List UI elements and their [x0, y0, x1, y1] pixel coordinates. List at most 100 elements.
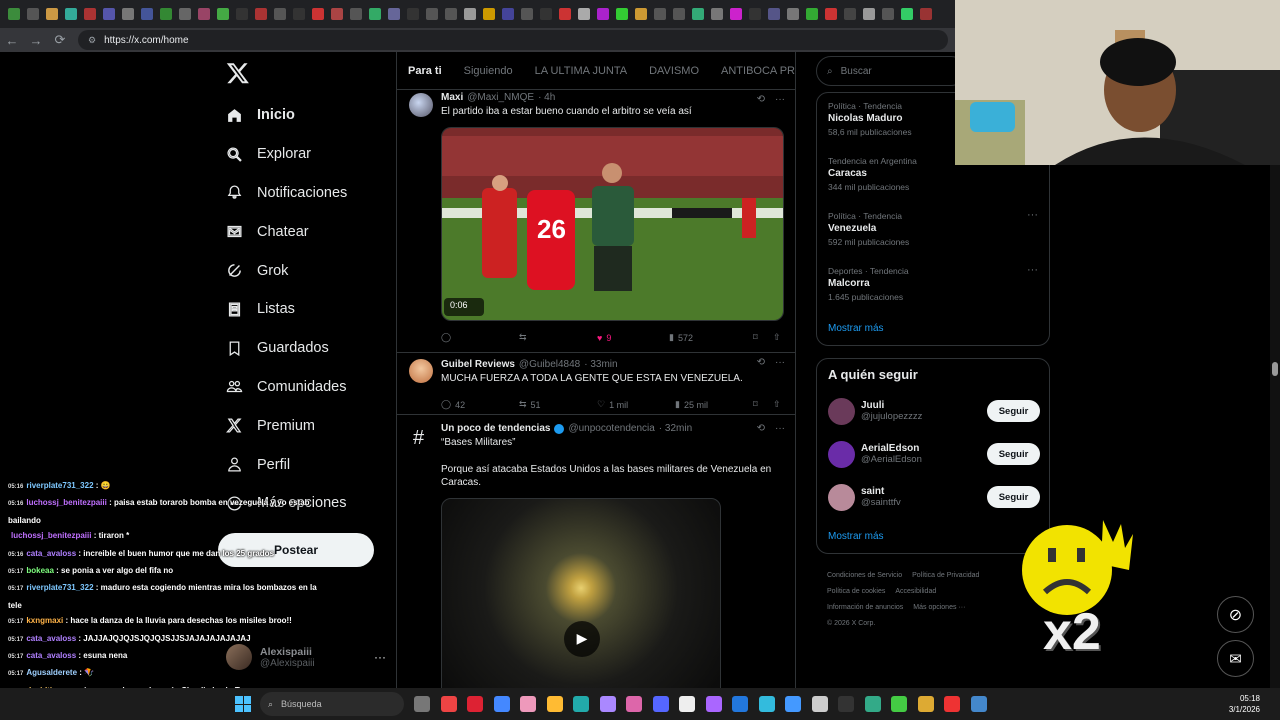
post-tendencias[interactable]: # Un poco de tendencias @unpocotendencia…	[397, 415, 795, 688]
browser-tab[interactable]	[669, 3, 688, 25]
browser-tab[interactable]	[897, 3, 916, 25]
taskbar-app-icon[interactable]	[705, 696, 722, 712]
reload-icon[interactable]: ⟳	[48, 28, 72, 52]
author-name[interactable]: Guibel Reviews	[441, 359, 515, 370]
video-player[interactable]: 26 0:06	[441, 126, 784, 321]
scrollbar-thumb[interactable]	[1272, 362, 1278, 376]
browser-tab[interactable]	[688, 3, 707, 25]
browser-tab[interactable]	[593, 3, 612, 25]
tab-feed[interactable]: Siguiendo	[453, 52, 524, 89]
browser-tab[interactable]	[403, 3, 422, 25]
browser-tab[interactable]	[498, 3, 517, 25]
nav-item-listas[interactable]: Listas	[226, 290, 347, 329]
nav-item-grok[interactable]: Grok	[226, 251, 347, 290]
browser-tab[interactable]	[726, 3, 745, 25]
browser-tab[interactable]	[460, 3, 479, 25]
browser-tab[interactable]	[574, 3, 593, 25]
show-more-follow[interactable]: Mostrar más	[828, 531, 884, 542]
nav-item-notificaciones[interactable]: Notificaciones	[226, 174, 347, 213]
more-icon[interactable]: ···	[775, 94, 785, 105]
footer-link[interactable]: Condiciones de Servicio	[827, 572, 902, 579]
taskbar-app-icon[interactable]	[732, 696, 748, 712]
back-icon[interactable]: ←	[0, 28, 24, 52]
browser-tab[interactable]	[707, 3, 726, 25]
more-icon[interactable]: ···	[374, 650, 386, 664]
taskbar-app-icon[interactable]	[493, 696, 510, 712]
author-name[interactable]: Maxi	[441, 92, 463, 103]
nav-item-comunidades[interactable]: Comunidades	[226, 368, 347, 407]
video-player[interactable]: ▶	[441, 497, 721, 688]
footer-link[interactable]: Política de Privacidad	[912, 572, 979, 579]
browser-tab[interactable]	[555, 3, 574, 25]
taskbar-app-icon[interactable]	[917, 696, 934, 712]
taskbar-app-icon[interactable]	[652, 696, 669, 712]
browser-tab[interactable]	[270, 3, 289, 25]
browser-tab[interactable]	[175, 3, 194, 25]
trend-item[interactable]: Deportes · Tendencia Malcorra 1.645 public…	[828, 264, 1038, 302]
browser-tab[interactable]	[213, 3, 232, 25]
taskbar-app-icon[interactable]	[758, 696, 775, 712]
footer-link[interactable]: © 2026 X Corp.	[827, 620, 875, 627]
follow-suggestion[interactable]: saint @sainttfv Seguir	[828, 479, 1040, 515]
tab-feed[interactable]: ANTIBOCA PROFESI	[710, 52, 795, 89]
browser-tab[interactable]	[156, 3, 175, 25]
browser-tab[interactable]	[327, 3, 346, 25]
browser-tab[interactable]	[194, 3, 213, 25]
taskbar-app-icon[interactable]	[599, 696, 616, 712]
footer-link[interactable]: Información de anuncios	[827, 604, 903, 611]
x-logo-icon[interactable]	[226, 61, 250, 85]
browser-tab[interactable]	[859, 3, 878, 25]
nav-item-premium[interactable]: Premium	[226, 406, 347, 445]
browser-tab[interactable]	[118, 3, 137, 25]
search-input[interactable]: ⌕ Buscar	[816, 56, 966, 86]
more-icon[interactable]: ···	[1027, 264, 1038, 276]
tab-feed[interactable]: DAVISMO	[638, 52, 710, 89]
browser-tab[interactable]	[251, 3, 270, 25]
windows-start-icon[interactable]	[235, 696, 251, 712]
show-more-trends[interactable]: Mostrar más	[828, 323, 884, 334]
grok-icon[interactable]: ⟲	[757, 357, 765, 368]
browser-tab[interactable]	[764, 3, 783, 25]
play-icon[interactable]: ▶	[564, 620, 600, 657]
repost-icon[interactable]: ⇆	[519, 332, 597, 343]
taskbar-app-icon[interactable]	[970, 696, 987, 712]
browser-tab[interactable]	[783, 3, 802, 25]
browser-tab[interactable]	[80, 3, 99, 25]
share-icon[interactable]: ⇧	[773, 332, 781, 343]
author-handle[interactable]: @unpocotendencia	[568, 423, 654, 434]
trend-item[interactable]: Política · Tendencia Venezuela 592 mil pub…	[828, 209, 1038, 247]
like-button[interactable]: ♡ 1 mil	[597, 399, 675, 410]
grok-icon[interactable]: ⟲	[757, 94, 765, 105]
taskbar-app-icon[interactable]	[864, 696, 881, 712]
browser-tab[interactable]	[289, 3, 308, 25]
browser-tab[interactable]	[840, 3, 859, 25]
follow-button[interactable]: Seguir	[987, 400, 1040, 422]
bookmark-icon[interactable]: ⌑	[753, 332, 773, 343]
browser-tab[interactable]	[650, 3, 669, 25]
more-icon[interactable]: ···	[775, 357, 785, 368]
taskbar-app-icon[interactable]	[679, 696, 695, 712]
footer-link[interactable]: Más opciones ···	[913, 604, 965, 611]
more-icon[interactable]: ···	[1027, 209, 1038, 221]
browser-tab[interactable]	[365, 3, 384, 25]
author-name[interactable]: Un poco de tendencias	[441, 423, 550, 434]
forward-icon[interactable]: →	[24, 28, 48, 52]
nav-item-chatear[interactable]: Chatear	[226, 212, 347, 251]
browser-tab[interactable]	[745, 3, 764, 25]
taskbar-app-icon[interactable]	[467, 696, 483, 712]
messages-fab[interactable]: ✉	[1217, 640, 1254, 677]
browser-tab[interactable]	[878, 3, 897, 25]
browser-tab[interactable]	[4, 3, 23, 25]
browser-tab[interactable]	[384, 3, 403, 25]
url-bar[interactable]: ⚙ https://x.com/home	[78, 30, 948, 50]
follow-button[interactable]: Seguir	[987, 486, 1040, 508]
footer-link[interactable]: Accesibilidad	[895, 588, 936, 595]
grok-fab[interactable]: ⊘	[1217, 596, 1254, 633]
browser-tab[interactable]	[479, 3, 498, 25]
share-icon[interactable]: ⇧	[773, 399, 781, 410]
follow-button[interactable]: Seguir	[987, 443, 1040, 465]
browser-tab[interactable]	[23, 3, 42, 25]
taskbar-app-icon[interactable]	[414, 696, 430, 712]
views-button[interactable]: ▮ 572	[669, 332, 753, 343]
browser-tab[interactable]	[61, 3, 80, 25]
